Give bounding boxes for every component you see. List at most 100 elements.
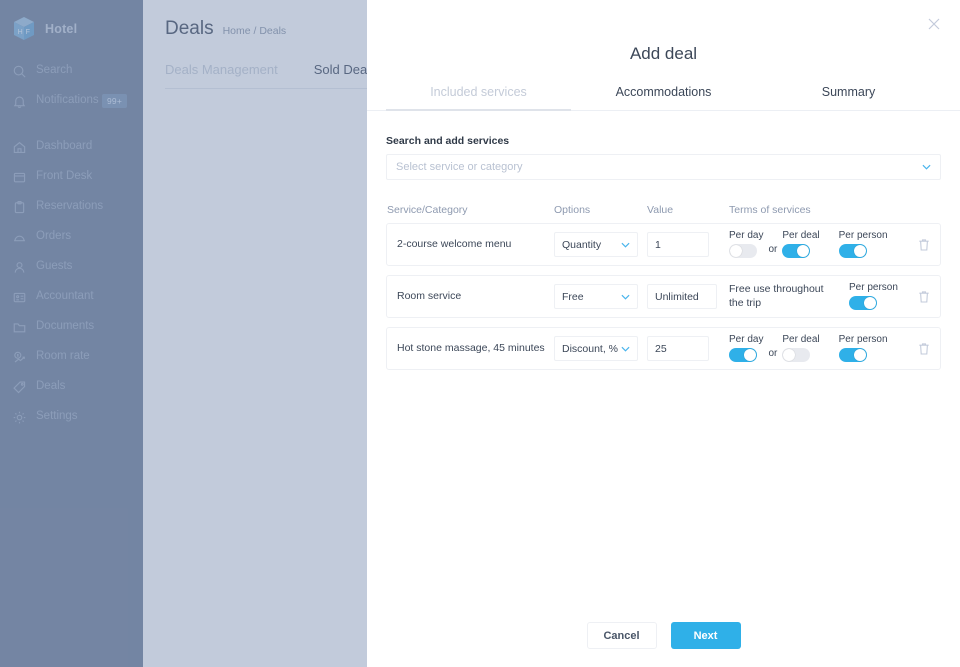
sidebar-item-documents[interactable]: Documents: [0, 312, 143, 342]
tab-accommodations[interactable]: Accommodations: [571, 85, 756, 110]
column-header-terms: Terms of services: [729, 204, 811, 216]
hotel-cube-logo-icon: H F: [12, 16, 36, 42]
terms-cell: Per day or Per deal Per person: [729, 335, 900, 362]
sidebar-item-guests[interactable]: Guests: [0, 252, 143, 282]
term-label: Per day: [729, 334, 764, 345]
toggle-knob: [853, 349, 866, 361]
term-label: Per deal: [782, 334, 820, 345]
modal-title: Add deal: [629, 44, 698, 63]
sidebar-item-label: Accountant: [36, 290, 94, 303]
option-cell: Discount, %: [554, 336, 647, 361]
chevron-down-icon: [922, 163, 931, 172]
value-input[interactable]: Unlimited: [647, 284, 717, 309]
option-cell: Free: [554, 284, 647, 309]
sidebar-item-label: Documents: [36, 320, 95, 333]
sidebar-item-reservations[interactable]: Reservations: [0, 192, 143, 222]
column-header-options: Options: [554, 204, 591, 216]
value-input[interactable]: 1: [647, 232, 709, 257]
sidebar-item-orders[interactable]: Orders: [0, 222, 143, 252]
desk-icon: [12, 170, 27, 185]
home-icon: [12, 140, 27, 155]
toggle-knob: [864, 297, 876, 309]
toggle-per-person[interactable]: [838, 348, 867, 362]
toggle-per-person[interactable]: [838, 244, 867, 258]
sidebar-item-front-desk[interactable]: Front Desk: [0, 162, 143, 192]
option-select[interactable]: Quantity: [554, 232, 638, 257]
chevron-down-icon: [621, 239, 630, 251]
toggle-per-deal[interactable]: [782, 244, 811, 258]
chevron-down-icon: [621, 291, 630, 303]
sidebar-item-room-rate[interactable]: Room rate: [0, 342, 143, 372]
sidebar-item-search[interactable]: Search: [0, 56, 143, 86]
sidebar-item-label: Notifications: [36, 94, 99, 107]
sidebar-item-label: Deals: [36, 380, 66, 393]
sidebar-item-label: Guests: [36, 260, 73, 273]
term-per-deal: Per deal: [782, 334, 820, 362]
toggle-per-person[interactable]: [849, 296, 877, 310]
term-label: Per person: [849, 282, 898, 293]
sidebar-item-label: Search: [36, 64, 73, 77]
tab-deals-management[interactable]: Deals Management: [165, 62, 278, 88]
sidebar-item-label: Front Desk: [36, 170, 93, 183]
option-value: Quantity: [562, 238, 602, 251]
search-icon: [12, 64, 27, 79]
sidebar-item-deals[interactable]: Deals: [0, 372, 143, 402]
term-label: Per day: [729, 230, 764, 241]
table-row: Hot stone massage, 45 minutes Discount, …: [386, 327, 941, 370]
folder-icon: [12, 320, 27, 335]
sidebar-item-label: Room rate: [36, 350, 90, 363]
toggle-knob: [797, 245, 810, 257]
brand[interactable]: H F Hotel: [0, 10, 143, 48]
toggle-knob: [783, 349, 796, 361]
option-select[interactable]: Discount, %: [554, 336, 638, 361]
or-separator: or: [768, 244, 778, 255]
sidebar: H F Hotel Search Notifications 99+ Dashb…: [0, 0, 143, 667]
terms-cell: Free use throughout the trip Per person: [729, 283, 900, 310]
app-root: H F Hotel Search Notifications 99+ Dashb…: [0, 0, 960, 667]
value-text: 25: [655, 342, 667, 355]
tab-included-services[interactable]: Included services: [386, 85, 571, 110]
toggle-per-deal[interactable]: [782, 348, 811, 362]
trash-icon[interactable]: [900, 238, 930, 251]
page-title: Deals: [165, 18, 214, 39]
svg-text:H: H: [18, 29, 23, 36]
column-header-value: Value: [647, 204, 674, 216]
value-input[interactable]: 25: [647, 336, 709, 361]
option-value: Discount, %: [562, 342, 619, 355]
modal-footer: Cancel Next: [367, 622, 960, 667]
search-services-label: Search and add services: [386, 135, 510, 147]
search-service-select[interactable]: Select service or category: [386, 154, 941, 180]
toggle-per-day[interactable]: [729, 244, 757, 258]
cancel-button[interactable]: Cancel: [586, 622, 657, 649]
toggle-per-day[interactable]: [729, 348, 757, 362]
sidebar-item-label: Orders: [36, 230, 72, 243]
toggle-knob: [853, 245, 866, 257]
option-select[interactable]: Free: [554, 284, 638, 309]
sidebar-item-settings[interactable]: Settings: [0, 402, 143, 432]
service-name: Hot stone massage, 45 minutes: [397, 341, 545, 354]
trash-icon[interactable]: [900, 290, 930, 303]
close-icon[interactable]: [925, 15, 943, 33]
option-value: Free: [562, 290, 584, 303]
toggle-knob: [744, 349, 756, 361]
value-text: 1: [655, 238, 661, 251]
id-card-icon: [12, 290, 27, 305]
search-input[interactable]: Select service or category: [396, 161, 523, 173]
option-cell: Quantity: [554, 232, 647, 257]
tab-summary[interactable]: Summary: [756, 85, 941, 110]
modal-tabs: Included services Accommodations Summary: [367, 85, 960, 111]
clipboard-icon: [12, 200, 27, 215]
breadcrumb: Home / Deals: [222, 25, 287, 37]
sidebar-utility-group: Search Notifications 99+: [0, 56, 143, 116]
chevron-down-icon: [621, 343, 630, 355]
next-button[interactable]: Next: [670, 622, 741, 649]
toggle-knob: [730, 245, 742, 257]
add-deal-modal: Add deal Included services Accommodation…: [367, 0, 960, 667]
sidebar-item-dashboard[interactable]: Dashboard: [0, 132, 143, 162]
trash-icon[interactable]: [900, 342, 930, 355]
bell-icon: [12, 94, 27, 109]
table-row: 2-course welcome menu Quantity 1 Per day…: [386, 223, 941, 266]
svg-text:F: F: [26, 29, 30, 36]
sidebar-item-accountant[interactable]: Accountant: [0, 282, 143, 312]
sidebar-item-notifications[interactable]: Notifications 99+: [0, 86, 143, 116]
